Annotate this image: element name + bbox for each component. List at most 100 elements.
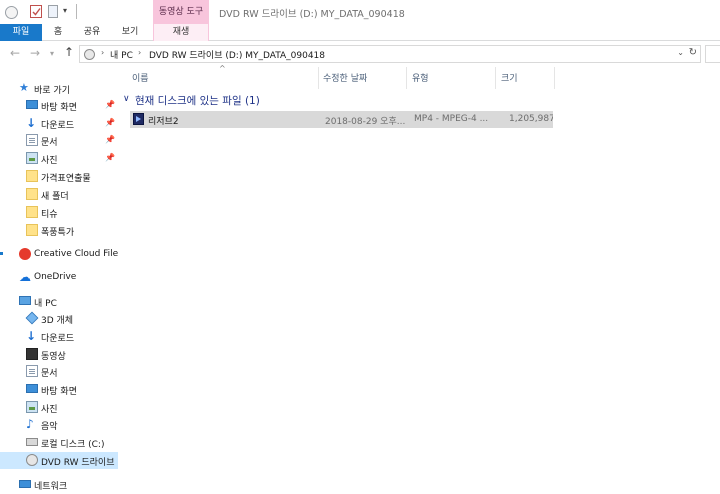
download-icon: ↓ [26,329,37,343]
network-icon [19,480,31,488]
document-icon [26,134,38,146]
pin-icon[interactable]: 📌 [105,135,115,144]
group-header[interactable]: 현재 디스크에 있는 파일 (1) [135,93,260,108]
nav-label: 3D 개체 [41,316,74,326]
nav-creative-cloud[interactable]: Creative Cloud Files [0,246,123,263]
recent-locations-chevron-icon[interactable]: ▾ [50,49,54,58]
nav-label: DVD RW 드라이브 [41,458,115,468]
nav-pinned-pictures[interactable]: 사진 📌 [0,150,118,167]
forward-arrow-icon[interactable]: → [30,46,40,60]
column-header-modified[interactable]: 수정한 날짜 [323,71,367,84]
properties-icon[interactable] [30,5,42,18]
chevron-right-icon[interactable]: › [101,48,104,57]
nav-pinned-desktop[interactable]: 바탕 화면 📌 [0,97,118,114]
back-arrow-icon[interactable]: ← [10,46,20,60]
folder-icon [26,188,38,200]
nav-label: 새 폴더 [41,192,69,202]
nav-pinned-documents[interactable]: 문서 📌 [0,132,118,149]
nav-quick-access[interactable]: ★ 바로 가기 [0,80,118,97]
nav-pc-downloads[interactable]: ↓ 다운로드 [0,328,118,345]
nav-onedrive[interactable]: ☁ OneDrive [0,269,118,286]
computer-icon [19,296,31,305]
column-divider[interactable] [318,67,319,89]
tab-file[interactable]: 파일 [0,24,42,41]
nav-label: 바탕 화면 [41,387,77,397]
desktop-icon [26,100,38,109]
dvd-disc-icon [84,49,95,60]
pin-icon[interactable]: 📌 [105,118,115,127]
nav-folder-price-tags[interactable]: 가격표연출물 [0,168,118,185]
nav-label: 문서 [41,369,58,379]
search-input[interactable] [705,45,720,63]
collapse-chevron-icon[interactable]: ∨ [123,94,130,104]
nav-label: 가격표연출물 [41,174,91,184]
nav-label: 바로 가기 [34,86,70,96]
nav-label: 다운로드 [41,334,75,344]
nav-local-disk-c[interactable]: 로컬 디스크 (C:) [0,434,118,451]
new-folder-icon[interactable] [48,5,58,18]
chevron-right-icon[interactable]: › [138,48,141,57]
column-header-type[interactable]: 유형 [412,71,429,84]
address-bar[interactable]: › 내 PC › DVD RW 드라이브 (D:) MY_DATA_090418… [79,45,701,63]
column-header-size[interactable]: 크기 [501,71,518,84]
file-type: MP4 - MPEG-4 ... [414,114,489,124]
file-name[interactable]: 리저브2 [148,114,318,127]
nav-label: 로컬 디스크 (C:) [41,440,105,450]
up-arrow-icon[interactable]: ↑ [64,45,74,59]
folder-icon [26,170,38,182]
nav-label: 사진 [41,156,58,166]
video-file-icon [133,113,144,125]
tab-play[interactable]: 재생 [153,24,209,41]
nav-pc-music[interactable]: ♪ 음악 [0,416,118,433]
nav-pc-desktop[interactable]: 바탕 화면 [0,381,118,398]
videos-icon [26,348,38,360]
app-icon[interactable] [5,6,18,19]
customize-quick-access-icon[interactable]: ▾ [63,6,67,22]
pin-icon[interactable]: 📌 [105,100,115,109]
nav-pc-pictures[interactable]: 사진 [0,399,118,416]
onedrive-cloud-icon: ☁ [19,270,31,284]
nav-network[interactable]: 네트워크 [0,476,118,493]
nav-label: OneDrive [34,272,77,282]
nav-label: 바탕 화면 [41,103,77,113]
pictures-icon [26,401,38,413]
nav-folder-storm-sale[interactable]: 폭풍특가 [0,222,118,239]
column-header-name[interactable]: 이름 [132,71,149,84]
breadcrumb-this-pc[interactable]: 내 PC [110,48,133,61]
file-modified: 2018-08-29 오후... [325,117,406,127]
column-divider[interactable] [406,67,407,89]
nav-pinned-downloads[interactable]: ↓ 다운로드 📌 [0,115,118,132]
nav-folder-new[interactable]: 새 폴더 [0,186,118,203]
nav-folder-tissue[interactable]: 티슈 [0,204,118,221]
nav-this-pc[interactable]: 내 PC [0,293,118,310]
breadcrumb-dvd-drive[interactable]: DVD RW 드라이브 (D:) MY_DATA_090418 [149,48,325,61]
title-bar: ▾ 동영상 도구 DVD RW 드라이브 (D:) MY_DATA_090418 [0,0,720,24]
nav-pc-videos[interactable]: 동영상 [0,346,118,363]
address-history-chevron-icon[interactable]: ⌄ [677,48,684,57]
nav-3d-objects[interactable]: 3D 개체 [0,310,118,327]
video-tools-context-label: 동영상 도구 [153,0,209,24]
pictures-icon [26,152,38,164]
tab-home[interactable]: 홈 [48,24,68,41]
pin-icon[interactable]: 📌 [105,153,115,162]
star-icon: ★ [19,81,29,94]
folder-icon [26,224,38,236]
nav-dvd-rw-drive[interactable]: DVD RW 드라이브 [0,452,118,469]
column-divider[interactable] [554,67,555,89]
local-disk-icon [26,438,38,446]
folder-icon [26,206,38,218]
desktop-icon [26,384,38,393]
nav-label: 사진 [41,405,58,415]
column-divider[interactable] [495,67,496,89]
table-row[interactable]: 리저브2 2018-08-29 오후... MP4 - MPEG-4 ... 1… [130,111,553,128]
nav-label: Creative Cloud Files [34,249,123,259]
music-icon: ♪ [26,417,34,431]
nav-label: 네트워크 [34,482,68,492]
refresh-icon[interactable]: ↻ [689,47,697,58]
3d-objects-icon [25,311,39,325]
nav-label: 다운로드 [41,121,75,131]
tab-view[interactable]: 보기 [118,24,142,41]
nav-label: 티슈 [41,210,58,220]
nav-pc-documents[interactable]: 문서 [0,363,118,380]
tab-share[interactable]: 공유 [80,24,104,41]
